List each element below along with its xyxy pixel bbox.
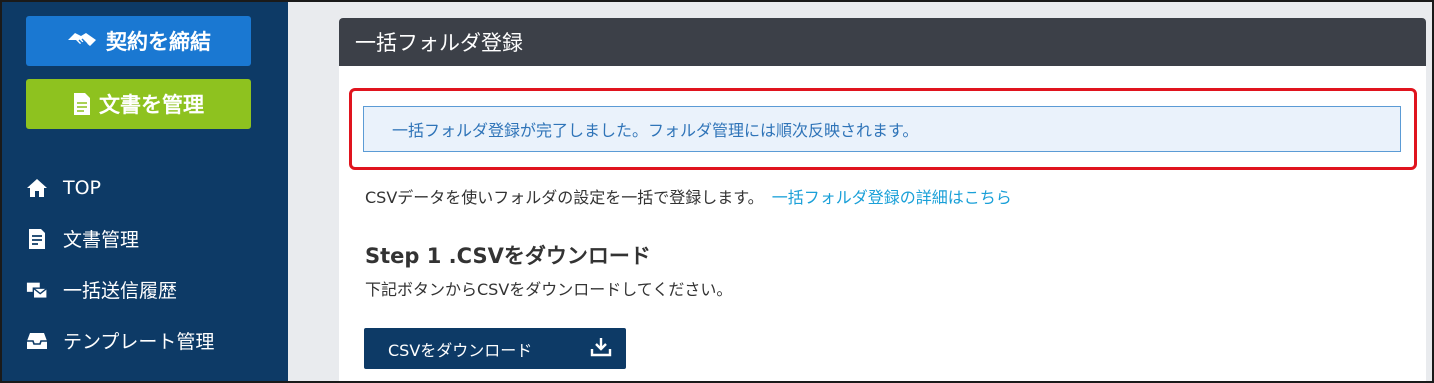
- download-icon: [590, 337, 612, 361]
- handshake-icon: [66, 28, 98, 54]
- manage-documents-label: 文書を管理: [99, 93, 204, 117]
- details-link[interactable]: 一括フォルダ登録の詳細はこちら: [772, 188, 1012, 207]
- sign-contract-label: 契約を締結: [106, 30, 211, 54]
- sign-contract-button[interactable]: 契約を締結: [26, 16, 251, 66]
- bulk-send-icon: [26, 279, 48, 301]
- sidebar: 契約を締結 文書を管理 TOP 文書管理 一括送信履歴 テンプレート管理: [2, 2, 288, 381]
- sidebar-item-label: 一括送信履歴: [63, 280, 178, 302]
- description-line: CSVデータを使いフォルダの設定を一括で登録します。 一括フォルダ登録の詳細はこち…: [365, 184, 1012, 208]
- file-icon: [73, 92, 91, 116]
- home-icon: [26, 177, 48, 199]
- manage-documents-button[interactable]: 文書を管理: [26, 79, 251, 129]
- sidebar-item-label: 文書管理: [63, 229, 140, 251]
- csv-download-button[interactable]: CSVをダウンロード: [364, 328, 626, 369]
- csv-download-label: CSVをダウンロード: [388, 340, 533, 360]
- panel-header: 一括フォルダ登録: [339, 18, 1426, 66]
- document-icon: [26, 228, 48, 250]
- template-inbox-icon: [26, 330, 48, 352]
- app-window: 契約を締結 文書を管理 TOP 文書管理 一括送信履歴 テンプレート管理 一括フ…: [0, 0, 1434, 383]
- sidebar-item-documents[interactable]: 文書管理: [2, 213, 288, 264]
- step-title: Step 1 .CSVをダウンロード: [365, 244, 651, 268]
- sidebar-item-label: TOP: [63, 176, 102, 199]
- success-alert: 一括フォルダ登録が完了しました。フォルダ管理には順次反映されます。: [363, 106, 1401, 152]
- bulk-folder-registration-panel: 一括フォルダ登録 一括フォルダ登録が完了しました。フォルダ管理には順次反映されま…: [339, 18, 1426, 381]
- sidebar-nav: TOP 文書管理 一括送信履歴 テンプレート管理: [2, 162, 288, 366]
- page-title: 一括フォルダ登録: [355, 31, 523, 55]
- description-text: CSVデータを使いフォルダの設定を一括で登録します。: [365, 188, 764, 207]
- sidebar-item-template-management[interactable]: テンプレート管理: [2, 315, 288, 366]
- alert-message: 一括フォルダ登録が完了しました。フォルダ管理には順次反映されます。: [392, 121, 919, 140]
- sidebar-item-top[interactable]: TOP: [2, 162, 288, 213]
- sidebar-item-label: テンプレート管理: [63, 331, 215, 353]
- sidebar-item-bulk-send-history[interactable]: 一括送信履歴: [2, 264, 288, 315]
- step-description: 下記ボタンからCSVをダウンロードしてください。: [365, 280, 733, 299]
